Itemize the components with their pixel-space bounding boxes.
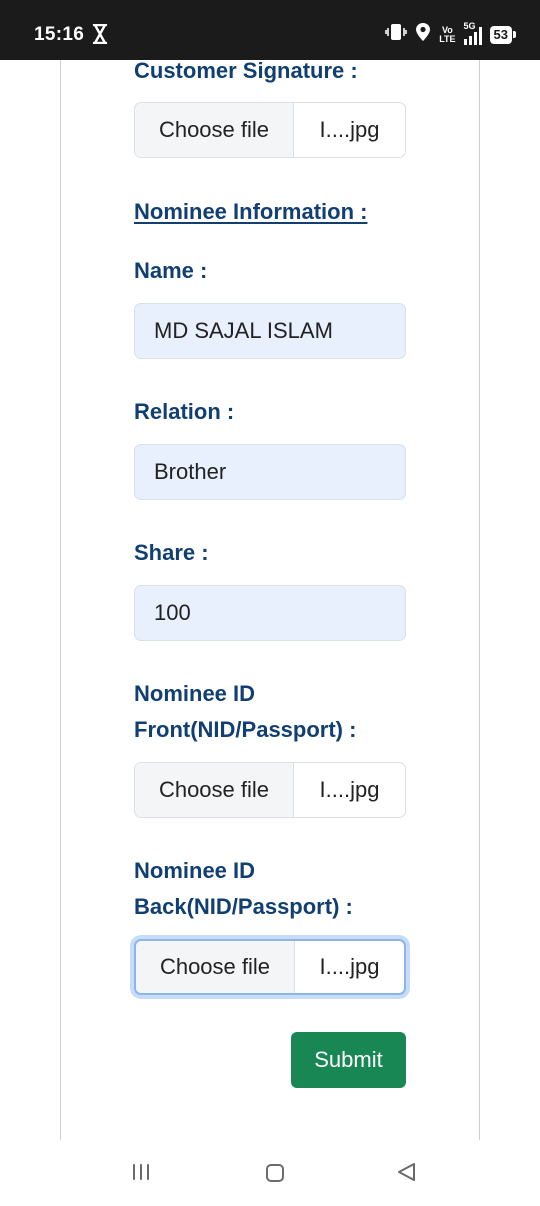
choose-file-button[interactable]: Choose file	[136, 941, 295, 993]
signal-icon: 5G	[463, 21, 482, 45]
nominee-id-back-file-input[interactable]: Choose file I....jpg	[134, 939, 406, 995]
share-label: Share :	[134, 540, 209, 565]
network-type: 5G	[463, 20, 476, 31]
status-icons: Vo LTE 5G 53	[385, 21, 517, 47]
share-input[interactable]: 100	[134, 585, 406, 641]
customer-signature-label: Customer Signature :	[134, 58, 358, 83]
nominee-id-back-label-line2: Back(NID/Passport) :	[134, 894, 353, 919]
nominee-id-front-label-line2: Front(NID/Passport) :	[134, 717, 357, 742]
home-icon[interactable]	[264, 1162, 286, 1189]
selected-file-name: I....jpg	[319, 777, 380, 802]
nominee-id-front-label-line1: Nominee ID	[134, 681, 256, 706]
status-time: 15:16	[34, 24, 85, 45]
status-bar: 15:16 Vo LTE 5G 53	[0, 0, 540, 60]
location-icon	[415, 22, 431, 47]
choose-file-button[interactable]: Choose file	[135, 763, 294, 817]
customer-signature-file-input[interactable]: Choose file I....jpg	[134, 102, 406, 158]
nominee-id-back-label-line1: Nominee ID	[134, 858, 256, 883]
vibrate-icon	[385, 22, 407, 47]
choose-file-button[interactable]: Choose file	[135, 103, 294, 157]
name-label: Name :	[134, 258, 208, 283]
selected-file-name: I....jpg	[319, 117, 380, 142]
relation-label: Relation :	[134, 399, 235, 424]
menu-icon[interactable]	[130, 1162, 152, 1187]
selected-file-name: I....jpg	[319, 954, 380, 979]
nominee-id-front-file-input[interactable]: Choose file I....jpg	[134, 762, 406, 818]
back-icon[interactable]	[395, 1161, 417, 1188]
volte-bottom-text: LTE	[439, 33, 456, 44]
hourglass-icon	[92, 23, 108, 49]
battery-level: 53	[493, 26, 508, 42]
navigation-bar	[0, 1140, 540, 1206]
name-input[interactable]: MD SAJAL ISLAM	[134, 303, 406, 359]
volte-indicator: Vo LTE	[439, 25, 456, 44]
submit-button[interactable]: Submit	[291, 1032, 406, 1088]
nominee-information-heading: Nominee Information :	[134, 199, 368, 224]
battery-icon: 53	[489, 25, 517, 44]
relation-input[interactable]: Brother	[134, 444, 406, 500]
